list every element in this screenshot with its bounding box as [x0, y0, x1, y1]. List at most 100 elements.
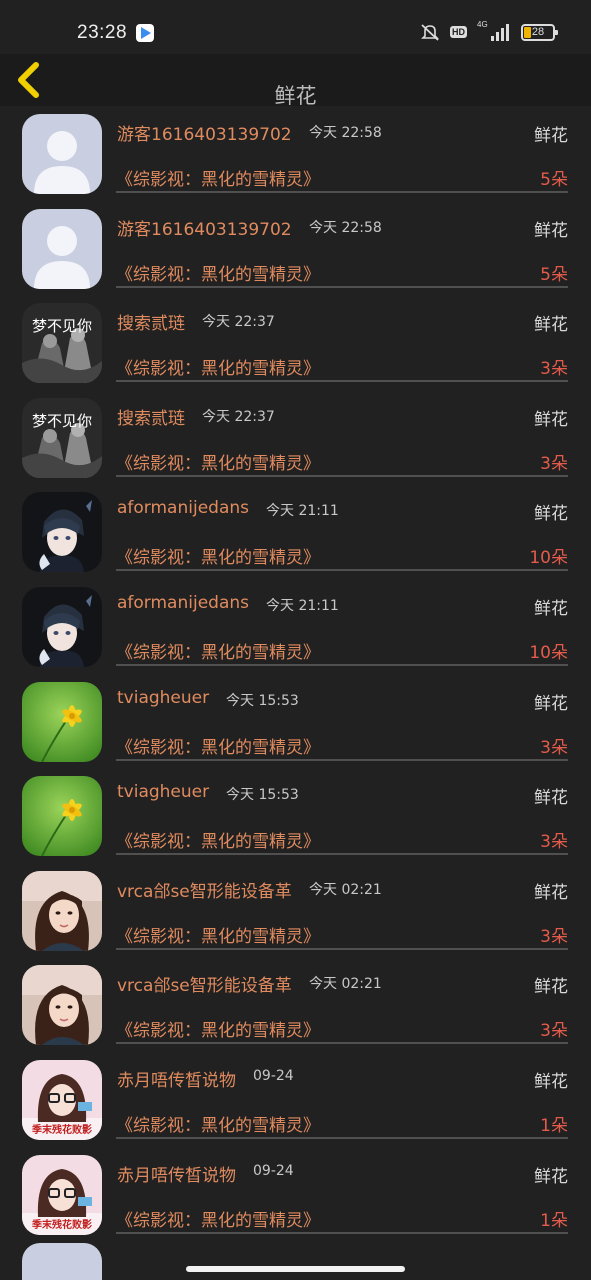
status-time: 23:28: [77, 22, 128, 43]
flower-record-list[interactable]: 游客1616403139702 今天 22:58 鲜花 《综影视：黑化的雪精灵》…: [0, 108, 591, 1243]
divider: [116, 1231, 568, 1234]
timestamp: 09-24: [253, 1162, 294, 1179]
list-item[interactable]: 季末残花败影 赤月唔传皙说物 09-24 鲜花 《综影视：黑化的雪精灵》 1朵: [0, 1054, 591, 1149]
list-item[interactable]: 游客1616403139702 今天 22:58 鲜花 《综影视：黑化的雪精灵》…: [0, 108, 591, 203]
timestamp: 今天 21:11: [266, 597, 339, 614]
svg-text:梦不见你: 梦不见你: [32, 412, 92, 430]
status-bar: 23:28 HD 4G 28: [0, 0, 591, 54]
gift-type-label: 鲜花: [534, 882, 568, 903]
book-title-link[interactable]: 《综影视：黑化的雪精灵》: [116, 165, 320, 190]
svg-text:季末残花败影: 季末残花败影: [31, 1218, 92, 1231]
divider: [116, 285, 568, 288]
divider: [116, 474, 568, 477]
hd-icon: HD: [450, 26, 467, 38]
gift-type-label: 鲜花: [534, 1071, 568, 1092]
divider: [116, 758, 568, 761]
flower-count: 5朵: [540, 170, 568, 190]
flower-count: 1朵: [540, 1115, 568, 1136]
timestamp: 今天 02:21: [309, 976, 382, 993]
username[interactable]: aformanijedans: [117, 593, 249, 613]
list-item[interactable]: 游客1616403139702 今天 22:58 鲜花 《综影视：黑化的雪精灵》…: [0, 203, 591, 298]
yellow-flower-avatar[interactable]: [22, 681, 102, 762]
flower-count: 3朵: [540, 926, 568, 947]
timestamp: 今天 21:11: [266, 503, 339, 520]
avatar[interactable]: [22, 1243, 102, 1280]
book-title-link[interactable]: 《综影视：黑化的雪精灵》: [116, 638, 320, 663]
timestamp: 今天 15:53: [226, 787, 299, 804]
timestamp: 今天 22:37: [202, 408, 275, 425]
flower-count: 3朵: [540, 832, 568, 853]
list-item[interactable]: vrca郃se智形能设备革 今天 02:21 鲜花 《综影视：黑化的雪精灵》 3…: [0, 865, 591, 960]
svg-text:季末残花败影: 季末残花败影: [31, 1123, 92, 1136]
book-title-link[interactable]: 《综影视：黑化的雪精灵》: [116, 449, 320, 474]
username[interactable]: vrca郃se智形能设备革: [117, 877, 292, 902]
username[interactable]: 赤月唔传皙说物: [117, 1161, 236, 1186]
bw-couple-avatar[interactable]: 梦不见你: [22, 303, 102, 384]
username[interactable]: aformanijedans: [117, 498, 249, 518]
flower-count: 3朵: [540, 737, 568, 758]
gift-type-label: 鲜花: [534, 598, 568, 619]
divider: [116, 380, 568, 383]
default-user-avatar[interactable]: [22, 208, 102, 289]
book-title-link[interactable]: 《综影视：黑化的雪精灵》: [116, 733, 320, 758]
bw-couple-avatar[interactable]: 梦不见你: [22, 397, 102, 478]
gift-type-label: 鲜花: [534, 220, 568, 241]
signal-icon: 4G: [477, 20, 511, 42]
flower-count: 3朵: [540, 359, 568, 380]
username[interactable]: 游客1616403139702: [117, 120, 292, 145]
divider: [116, 947, 568, 950]
book-title-link[interactable]: 《综影视：黑化的雪精灵》: [116, 827, 320, 852]
book-title-link[interactable]: 《综影视：黑化的雪精灵》: [116, 1206, 320, 1231]
glasses-girl-avatar[interactable]: 季末残花败影: [22, 1059, 102, 1140]
divider: [116, 1042, 568, 1045]
girl-photo-avatar[interactable]: [22, 965, 102, 1046]
anime-boy-avatar[interactable]: [22, 492, 102, 573]
timestamp: 今天 22:58: [309, 219, 382, 236]
gift-type-label: 鲜花: [534, 409, 568, 430]
gift-type-label: 鲜花: [534, 977, 568, 998]
list-item[interactable]: 季末残花败影 赤月唔传皙说物 09-24 鲜花 《综影视：黑化的雪精灵》 1朵: [0, 1149, 591, 1244]
yellow-flower-avatar[interactable]: [22, 776, 102, 857]
divider: [116, 569, 568, 572]
username[interactable]: 搜索贰琏: [117, 309, 185, 334]
battery-icon: 28: [521, 23, 558, 41]
list-item[interactable]: tviagheuer 今天 15:53 鲜花 《综影视：黑化的雪精灵》 3朵: [0, 676, 591, 771]
gift-type-label: 鲜花: [534, 315, 568, 336]
list-item[interactable]: aformanijedans 今天 21:11 鲜花 《综影视：黑化的雪精灵》 …: [0, 581, 591, 676]
flower-count: 10朵: [529, 642, 568, 663]
username[interactable]: 搜索贰琏: [117, 404, 185, 429]
mute-icon: [420, 22, 440, 42]
username[interactable]: tviagheuer: [117, 782, 209, 802]
divider: [116, 663, 568, 666]
timestamp: 今天 22:37: [202, 314, 275, 331]
book-title-link[interactable]: 《综影视：黑化的雪精灵》: [116, 1016, 320, 1041]
timestamp: 今天 15:53: [226, 692, 299, 709]
book-title-link[interactable]: 《综影视：黑化的雪精灵》: [116, 354, 320, 379]
svg-text:梦不见你: 梦不见你: [32, 317, 92, 335]
book-title-link[interactable]: 《综影视：黑化的雪精灵》: [116, 922, 320, 947]
book-title-link[interactable]: 《综影视：黑化的雪精灵》: [116, 543, 320, 568]
anime-boy-avatar[interactable]: [22, 586, 102, 667]
username[interactable]: tviagheuer: [117, 688, 209, 708]
list-item[interactable]: 梦不见你 搜索贰琏 今天 22:37 鲜花 《综影视：黑化的雪精灵》 3朵: [0, 297, 591, 392]
list-item[interactable]: tviagheuer 今天 15:53 鲜花 《综影视：黑化的雪精灵》 3朵: [0, 770, 591, 865]
gift-type-label: 鲜花: [534, 693, 568, 714]
timestamp: 今天 22:58: [309, 125, 382, 141]
list-item[interactable]: aformanijedans 今天 21:11 鲜花 《综影视：黑化的雪精灵》 …: [0, 486, 591, 581]
default-user-avatar[interactable]: [22, 114, 102, 194]
home-indicator[interactable]: [186, 1266, 405, 1272]
divider: [116, 191, 568, 193]
girl-photo-avatar[interactable]: [22, 870, 102, 951]
list-item[interactable]: vrca郃se智形能设备革 今天 02:21 鲜花 《综影视：黑化的雪精灵》 3…: [0, 959, 591, 1054]
divider: [116, 853, 568, 856]
username[interactable]: 游客1616403139702: [117, 215, 292, 240]
book-title-link[interactable]: 《综影视：黑化的雪精灵》: [116, 260, 320, 285]
list-item[interactable]: 梦不见你 搜索贰琏 今天 22:37 鲜花 《综影视：黑化的雪精灵》 3朵: [0, 392, 591, 487]
username[interactable]: vrca郃se智形能设备革: [117, 971, 292, 996]
flower-count: 5朵: [540, 264, 568, 285]
username[interactable]: 赤月唔传皙说物: [117, 1066, 236, 1091]
gift-type-label: 鲜花: [534, 504, 568, 525]
book-title-link[interactable]: 《综影视：黑化的雪精灵》: [116, 1111, 320, 1136]
glasses-girl-avatar[interactable]: 季末残花败影: [22, 1154, 102, 1235]
flower-count: 3朵: [540, 1021, 568, 1042]
